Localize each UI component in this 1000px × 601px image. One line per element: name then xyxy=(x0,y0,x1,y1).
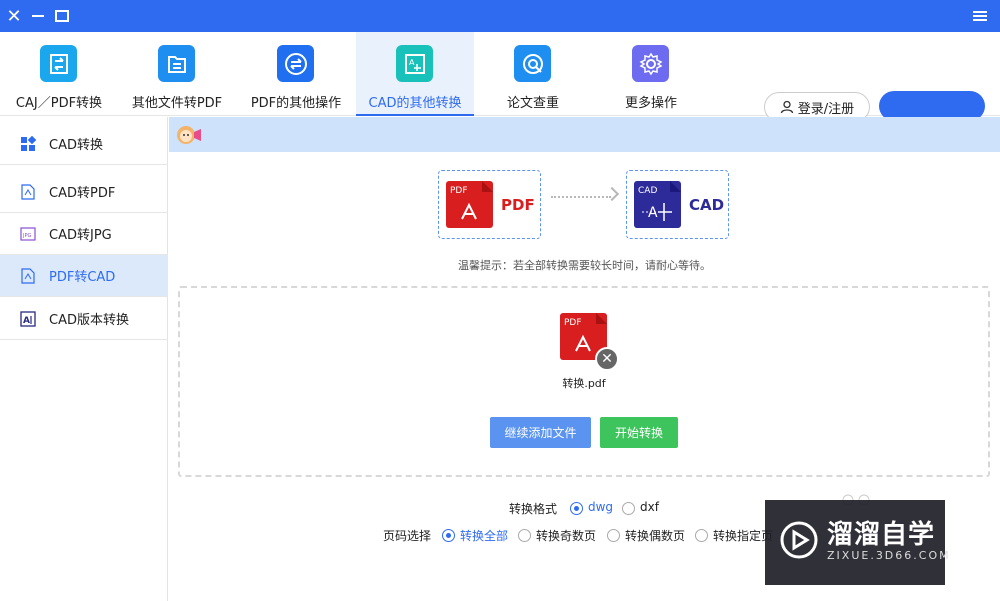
arrow-right-icon xyxy=(604,186,620,202)
svg-text:PDF: PDF xyxy=(564,318,582,328)
cad-document-icon: CAD A xyxy=(634,181,681,228)
sidebar-item-cad-to-pdf[interactable]: CAD转PDF xyxy=(0,171,168,213)
paper-check-icon xyxy=(514,45,551,82)
more-settings-icon xyxy=(632,45,669,82)
radio-dxf-label[interactable]: dxf xyxy=(640,500,659,514)
radio-all-pages[interactable] xyxy=(442,529,455,542)
top-nav: CAJ／PDF转换 其他文件转PDF PDF的其他操作 A CAD的其他转换 论… xyxy=(0,32,1000,122)
cad-version-icon: A xyxy=(20,310,36,327)
remove-file-button[interactable]: ✕ xyxy=(595,347,619,371)
sidebar-item-cad-version[interactable]: A CAD版本转换 xyxy=(0,298,168,340)
user-icon xyxy=(780,100,793,114)
radio-dwg-label[interactable]: dwg xyxy=(588,500,613,514)
page-select-label: 页码选择 xyxy=(383,529,432,543)
nav-item-label: 其他文件转PDF xyxy=(131,96,223,111)
nav-item-cad-convert[interactable]: A CAD的其他转换 xyxy=(356,32,474,116)
login-register-label: 登录/注册 xyxy=(797,101,855,117)
svg-text:A: A xyxy=(23,316,30,326)
source-format-box: PDF PDF xyxy=(438,170,541,239)
grid-icon xyxy=(20,135,36,152)
tip-text: 温馨提示：若全部转换需要较长时间，请耐心等待。 xyxy=(458,259,711,272)
pdf-document-icon: PDF xyxy=(446,181,493,228)
sidebar: CAD转换 CAD转PDF JPG CAD转JPG PDF转CAD A CAD版… xyxy=(0,117,168,601)
watermark-overlay: 溜溜自学 ZIXUE.3D66.COM xyxy=(765,500,949,585)
caj-pdf-convert-icon xyxy=(40,45,77,82)
nav-item-label: 更多操作 xyxy=(624,96,677,111)
sidebar-item-cad-to-jpg[interactable]: JPG CAD转JPG xyxy=(0,213,168,255)
pdf-file-icon xyxy=(20,267,36,284)
target-format-label: CAD xyxy=(689,196,725,214)
svg-text:A: A xyxy=(409,58,415,67)
sidebar-item-label: CAD转PDF xyxy=(49,186,116,201)
format-label: 转换格式 xyxy=(509,502,558,516)
sidebar-item-label: PDF转CAD xyxy=(49,270,116,285)
radio-all-pages-label[interactable]: 转换全部 xyxy=(460,527,508,544)
nav-item-pdf-ops[interactable]: PDF的其他操作 xyxy=(237,32,355,116)
source-format-label: PDF xyxy=(501,196,535,214)
sidebar-item-pdf-to-cad[interactable]: PDF转CAD xyxy=(0,255,168,297)
sidebar-item-label: CAD版本转换 xyxy=(49,313,129,328)
sidebar-item-label: CAD转换 xyxy=(49,138,103,153)
sidebar-item-label: CAD转JPG xyxy=(49,228,112,243)
pdf-file-icon xyxy=(20,183,36,200)
cad-convert-icon: A xyxy=(396,45,433,82)
radio-dxf[interactable] xyxy=(622,502,635,515)
svg-text:PDF: PDF xyxy=(450,186,468,196)
add-more-files-button[interactable]: 继续添加文件 xyxy=(490,417,591,448)
nav-item-caj-pdf[interactable]: CAJ／PDF转换 xyxy=(0,32,118,116)
arrow-line xyxy=(551,196,611,198)
radio-even-pages-label[interactable]: 转换偶数页 xyxy=(625,527,685,544)
notice-banner xyxy=(169,117,1000,152)
maximize-icon[interactable] xyxy=(50,0,74,32)
nav-item-paper-check[interactable]: 论文查重 xyxy=(474,32,592,116)
target-format-box: CAD A CAD xyxy=(626,170,729,239)
nav-item-more[interactable]: 更多操作 xyxy=(592,32,710,116)
close-icon[interactable]: ✕ xyxy=(2,0,26,32)
hamburger-menu-icon[interactable] xyxy=(968,0,992,32)
watermark-subtitle: ZIXUE.3D66.COM xyxy=(827,549,951,562)
start-convert-button[interactable]: 开始转换 xyxy=(600,417,678,448)
nav-item-label: 论文查重 xyxy=(506,96,559,111)
svg-text:A: A xyxy=(648,205,658,221)
nav-item-file-to-pdf[interactable]: 其他文件转PDF xyxy=(118,32,236,116)
play-logo-icon xyxy=(780,521,818,559)
sidebar-item-cad-convert[interactable]: CAD转换 xyxy=(0,123,168,165)
pdf-ops-icon xyxy=(277,45,314,82)
radio-specified-pages-label[interactable]: 转换指定页 xyxy=(713,527,773,544)
mascot-icon xyxy=(177,126,201,144)
radio-odd-pages[interactable] xyxy=(518,529,531,542)
radio-specified-pages[interactable] xyxy=(695,529,708,542)
minimize-icon[interactable] xyxy=(26,0,50,32)
watermark-title: 溜溜自学 xyxy=(827,520,936,550)
file-to-pdf-icon xyxy=(158,45,195,82)
svg-text:JPG: JPG xyxy=(22,233,31,239)
nav-item-label: CAD的其他转换 xyxy=(368,96,462,111)
file-name-label: 转换.pdf xyxy=(562,377,606,390)
radio-odd-pages-label[interactable]: 转换奇数页 xyxy=(536,527,596,544)
radio-dwg[interactable] xyxy=(570,502,583,515)
title-bar: ✕ xyxy=(0,0,1000,32)
nav-item-label: CAJ／PDF转换 xyxy=(15,96,103,111)
radio-even-pages[interactable] xyxy=(607,529,620,542)
nav-item-label: PDF的其他操作 xyxy=(250,96,342,111)
svg-text:CAD: CAD xyxy=(638,186,657,196)
jpg-file-icon: JPG xyxy=(20,226,36,242)
